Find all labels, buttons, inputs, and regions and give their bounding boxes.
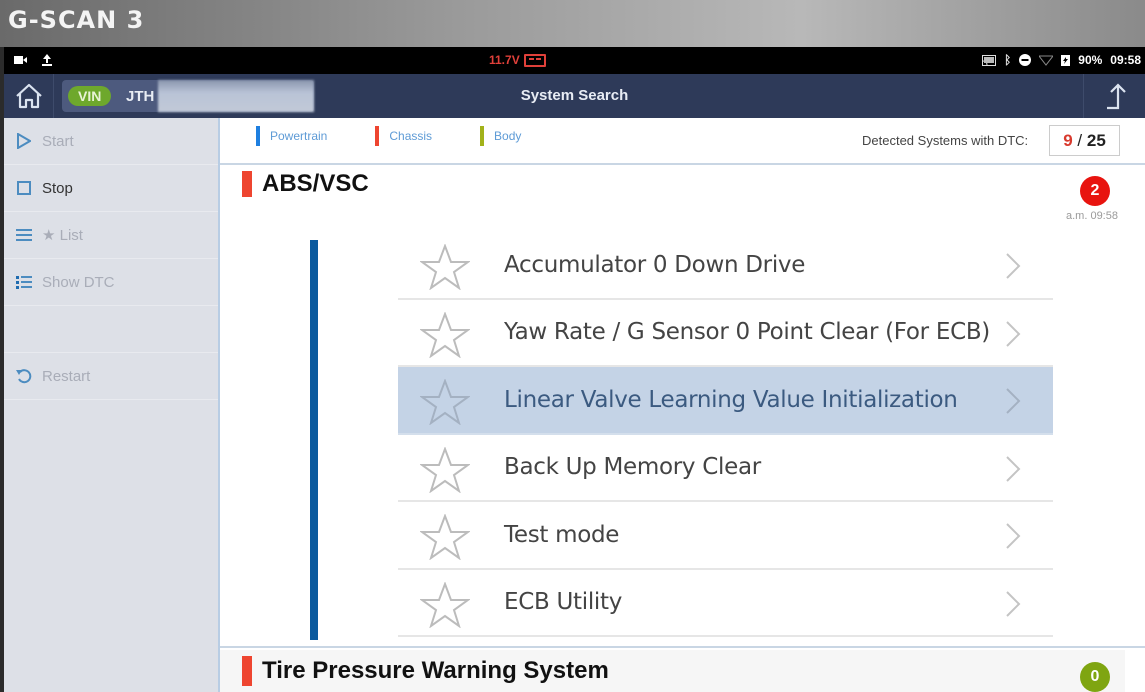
video-icon (14, 56, 27, 64)
sidebar-empty-slot (4, 306, 218, 353)
sidebar-item-show-dtc[interactable]: Show DTC (4, 259, 218, 306)
system-name: ABS/VSC (262, 170, 369, 197)
menu-icon (14, 229, 34, 241)
device-banner: G-SCAN 3 (0, 0, 1145, 47)
favorite-star-icon[interactable] (420, 514, 470, 560)
sidebar-item-label: Start (42, 132, 74, 150)
restart-icon (14, 368, 34, 384)
body-color-bar (480, 126, 485, 146)
sidebar-item-start[interactable]: Start (4, 118, 218, 165)
sidebar-item-favorite-list[interactable]: ★ List (4, 212, 218, 259)
legend-powertrain: Powertrain (256, 126, 327, 146)
favorite-star-icon[interactable] (420, 379, 470, 425)
function-label: Yaw Rate / G Sensor 0 Point Clear (For E… (504, 319, 990, 346)
function-row-test-mode[interactable]: Test mode (398, 502, 1053, 570)
function-label: ECB Utility (504, 589, 623, 616)
voltage-indicator: 11.7V (489, 53, 546, 67)
vin-badge: VIN (68, 86, 112, 106)
divider (220, 646, 1145, 648)
chevron-right-icon (1006, 320, 1021, 347)
favorite-star-icon[interactable] (420, 244, 470, 290)
chevron-right-icon (1006, 523, 1021, 549)
gscan-logo: G-SCAN 3 (8, 6, 145, 34)
sidebar-item-label: ★ List (42, 227, 83, 244)
upload-icon (42, 54, 52, 66)
system-header-tpws[interactable]: Tire Pressure Warning System (220, 650, 1125, 692)
export-button[interactable] (1083, 74, 1145, 118)
legend-body: Body (480, 126, 521, 146)
legend-label: Powertrain (270, 129, 328, 143)
home-button[interactable] (4, 74, 54, 118)
stop-icon (14, 181, 34, 195)
dtc-detected-count: 9 (1063, 131, 1073, 150)
favorite-star-icon[interactable] (420, 581, 470, 628)
voltage-value: 11.7V (489, 53, 520, 67)
sidebar-item-label: Restart (42, 367, 91, 385)
dtc-total-count: 25 (1086, 131, 1106, 150)
tablet-screen: 11.7V ᛒ 90% 09:58 VIN JTH System Search (4, 47, 1145, 692)
favorite-star-icon[interactable] (420, 446, 470, 493)
car-battery-icon (523, 53, 546, 67)
do-not-disturb-icon (1019, 54, 1032, 66)
function-label: Linear Valve Learning Value Initializati… (504, 386, 958, 413)
export-arrow-icon (1106, 83, 1126, 110)
system-search-panel: Powertrain Chassis Body Detected Systems… (218, 118, 1145, 692)
sidebar-item-label: Show DTC (42, 273, 115, 291)
wifi-icon (1039, 55, 1054, 66)
favorite-star-icon[interactable] (420, 311, 470, 358)
sidebar-item-restart[interactable]: Restart (4, 353, 218, 400)
sidebar-item-stop[interactable]: Stop (4, 165, 218, 212)
category-legend: Powertrain Chassis Body (256, 126, 569, 146)
sidebar: Start Stop ★ List Show DTC Restart (4, 118, 218, 692)
function-list: Accumulator 0 Down Drive Yaw Rate / G Se… (398, 232, 1053, 637)
function-row-accumulator[interactable]: Accumulator 0 Down Drive (398, 232, 1053, 300)
list-icon (14, 275, 34, 289)
chevron-right-icon (1006, 388, 1021, 414)
battery-percent: 90% (1078, 53, 1103, 67)
dtc-separator: / (1077, 131, 1083, 150)
vin-redaction (158, 80, 314, 112)
dtc-summary-label: Detected Systems with DTC: (862, 133, 1029, 148)
system-header-abs-vsc[interactable]: ABS/VSC (242, 170, 369, 198)
chassis-color-bar (375, 126, 380, 146)
legend-chassis: Chassis (375, 126, 432, 146)
vin-value: JTH (126, 88, 155, 105)
chevron-right-icon (1006, 253, 1021, 279)
function-label: Test mode (504, 521, 620, 548)
play-icon (14, 133, 34, 149)
scan-time: a.m. 09:58 (1066, 210, 1118, 222)
status-bar: 11.7V ᛒ 90% 09:58 (4, 47, 1145, 74)
function-row-ecb-utility[interactable]: ECB Utility (398, 570, 1053, 637)
system-name: Tire Pressure Warning System (262, 657, 609, 684)
function-row-linear-valve[interactable]: Linear Valve Learning Value Initializati… (398, 367, 1053, 435)
chassis-marker (242, 171, 252, 197)
dtc-summary-count: 9 / 25 (1049, 125, 1120, 156)
chassis-marker (242, 656, 252, 686)
cast-icon (982, 54, 997, 66)
dtc-count-badge: 0 (1080, 662, 1110, 692)
home-icon (15, 83, 42, 109)
function-row-backup-memory[interactable]: Back Up Memory Clear (398, 435, 1053, 502)
dtc-count-badge: 2 (1080, 176, 1110, 206)
chevron-right-icon (1006, 455, 1021, 482)
vin-field: VIN JTH (62, 80, 314, 112)
legend-label: Chassis (389, 129, 433, 143)
app-bar: VIN JTH System Search (4, 74, 1145, 118)
battery-charging-icon (1061, 55, 1071, 66)
function-row-yaw-rate[interactable]: Yaw Rate / G Sensor 0 Point Clear (For E… (398, 300, 1053, 367)
sidebar-item-label: Stop (42, 179, 73, 197)
chevron-right-icon (1006, 590, 1021, 617)
powertrain-color-bar (256, 126, 260, 146)
clock: 09:58 (1110, 53, 1141, 67)
function-group-indicator (310, 240, 318, 640)
legend-label: Body (494, 129, 522, 143)
bluetooth-icon: ᛒ (1004, 53, 1012, 67)
divider (220, 163, 1145, 165)
function-label: Back Up Memory Clear (504, 454, 761, 481)
function-label: Accumulator 0 Down Drive (504, 251, 806, 278)
